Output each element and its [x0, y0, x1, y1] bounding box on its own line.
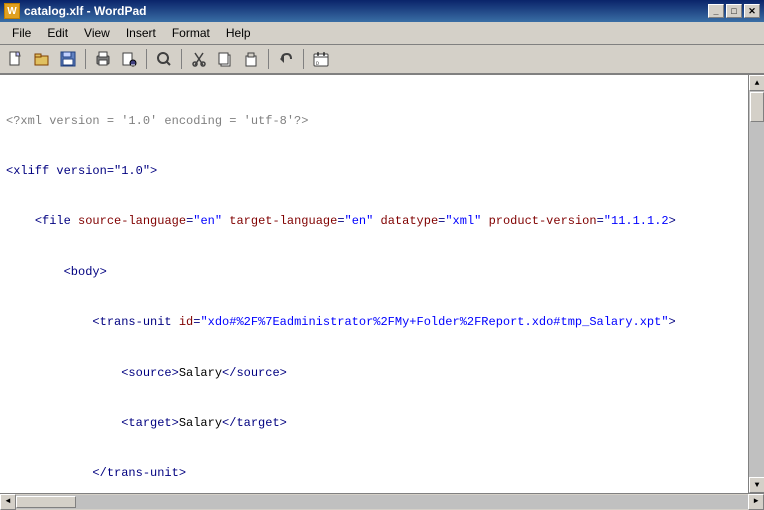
menu-format[interactable]: Format: [164, 24, 218, 42]
app-icon: W: [4, 3, 20, 19]
horizontal-scrollbar[interactable]: ◄ ►: [0, 493, 764, 509]
text-editor[interactable]: <?xml version = '1.0' encoding = 'utf-8'…: [0, 75, 748, 493]
menu-view[interactable]: View: [76, 24, 118, 42]
scroll-up-button[interactable]: ▲: [749, 75, 764, 91]
toolbar-print-preview[interactable]: [117, 48, 141, 70]
toolbar-find[interactable]: [152, 48, 176, 70]
scroll-track-v[interactable]: [749, 91, 764, 477]
title-bar-controls: _ □ ✕: [708, 4, 760, 18]
toolbar-sep-3: [181, 49, 182, 69]
toolbar-undo[interactable]: [274, 48, 298, 70]
xml-line-2: <xliff version="1.0">: [6, 163, 742, 180]
toolbar-open[interactable]: [30, 48, 54, 70]
toolbar: D: [0, 45, 764, 75]
toolbar-sep-5: [303, 49, 304, 69]
content-wrapper: <?xml version = '1.0' encoding = 'utf-8'…: [0, 75, 764, 493]
menu-edit[interactable]: Edit: [39, 24, 76, 42]
scroll-left-button[interactable]: ◄: [0, 494, 16, 510]
menu-file[interactable]: File: [4, 24, 39, 42]
xml-line-4: <body>: [6, 264, 742, 281]
xml-line-5: <trans-unit id="xdo#%2F%7Eadministrator%…: [6, 314, 742, 331]
minimize-button[interactable]: _: [708, 4, 724, 18]
xml-line-3: <file source-language="en" target-langua…: [6, 213, 742, 230]
toolbar-paste[interactable]: [239, 48, 263, 70]
xml-line-8: </trans-unit>: [6, 465, 742, 482]
menu-bar: File Edit View Insert Format Help: [0, 22, 764, 45]
scroll-track-h[interactable]: [16, 495, 748, 509]
scroll-right-button[interactable]: ►: [748, 494, 764, 510]
svg-text:D: D: [316, 61, 319, 67]
title-bar-left: W catalog.xlf - WordPad: [4, 3, 146, 19]
toolbar-new[interactable]: [4, 48, 28, 70]
xml-line-6: <source>Salary</source>: [6, 365, 742, 382]
toolbar-sep-4: [268, 49, 269, 69]
toolbar-copy[interactable]: [213, 48, 237, 70]
scroll-down-button[interactable]: ▼: [749, 477, 764, 493]
xml-line-7: <target>Salary</target>: [6, 415, 742, 432]
xml-line-1: <?xml version = '1.0' encoding = 'utf-8'…: [6, 113, 742, 130]
maximize-button[interactable]: □: [726, 4, 742, 18]
toolbar-print[interactable]: [91, 48, 115, 70]
menu-help[interactable]: Help: [218, 24, 259, 42]
title-bar: W catalog.xlf - WordPad _ □ ✕: [0, 0, 764, 22]
toolbar-cut[interactable]: [187, 48, 211, 70]
toolbar-sep-2: [146, 49, 147, 69]
toolbar-datetime[interactable]: D: [309, 48, 333, 70]
window-title: catalog.xlf - WordPad: [24, 4, 146, 18]
toolbar-save[interactable]: [56, 48, 80, 70]
scroll-thumb-h[interactable]: [16, 496, 76, 508]
scroll-thumb-v[interactable]: [750, 92, 764, 122]
menu-insert[interactable]: Insert: [118, 24, 164, 42]
close-button[interactable]: ✕: [744, 4, 760, 18]
toolbar-sep-1: [85, 49, 86, 69]
vertical-scrollbar[interactable]: ▲ ▼: [748, 75, 764, 493]
